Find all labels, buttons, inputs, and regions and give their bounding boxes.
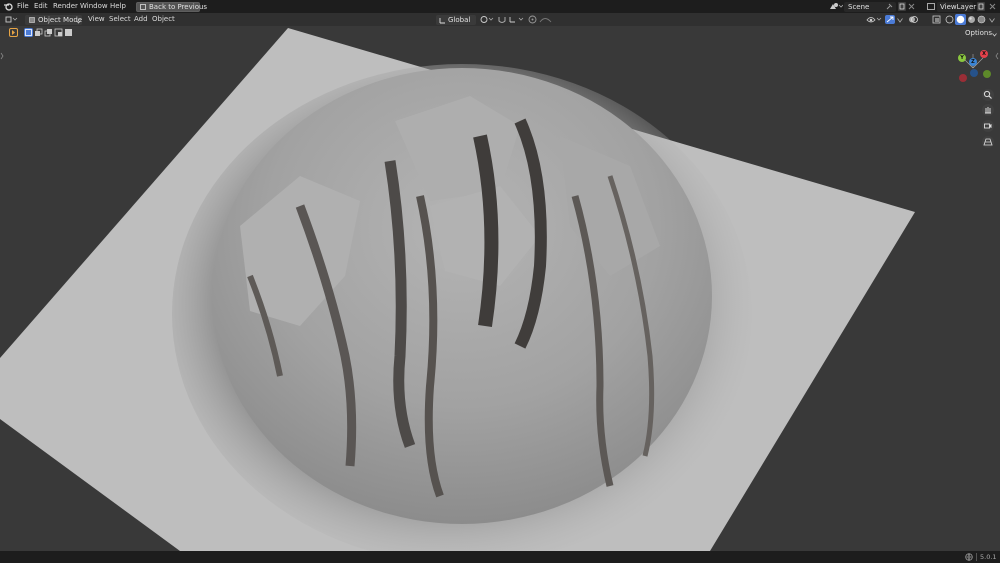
blender-logo-icon[interactable] — [4, 2, 13, 11]
menu-window[interactable]: Window — [80, 0, 108, 13]
gizmo-neg-x-axis[interactable] — [959, 74, 967, 82]
menu-help[interactable]: Help — [110, 0, 126, 13]
navigation-gizmo[interactable]: Y Z X — [953, 50, 995, 86]
gizmo-x-axis[interactable]: X — [980, 50, 988, 58]
orientation-icon — [439, 17, 446, 24]
view-layer-field[interactable]: ViewLayer — [937, 2, 977, 12]
solid-shading-icon[interactable] — [955, 14, 966, 25]
object-mode-icon — [29, 17, 35, 23]
view-layer-icon[interactable] — [927, 3, 935, 10]
back-to-previous-button[interactable]: Back to Previous — [136, 2, 207, 12]
select-subtract-icon[interactable] — [44, 28, 53, 37]
menu-render[interactable]: Render — [53, 0, 78, 13]
menu-select[interactable]: Select — [109, 13, 131, 26]
gizmo-neg-y-axis[interactable] — [983, 70, 991, 78]
back-to-previous-label: Back to Previous — [149, 3, 208, 11]
delete-view-layer-icon[interactable] — [989, 3, 996, 10]
menu-object[interactable]: Object — [152, 13, 175, 26]
wireframe-shading-icon[interactable] — [945, 15, 954, 24]
perspective-toggle-icon[interactable] — [982, 136, 994, 148]
sculpt-mesh — [0, 28, 915, 551]
pin-icon[interactable] — [886, 3, 893, 10]
3d-viewport[interactable]: Options Y Z X — [0, 26, 1000, 551]
zoom-icon[interactable] — [982, 89, 994, 101]
top-bar: File Edit Render Window Help Back to Pre… — [0, 0, 1000, 13]
material-shading-icon[interactable] — [967, 15, 976, 24]
options-label: Options — [965, 29, 993, 37]
scene-icon[interactable] — [829, 2, 844, 11]
menu-add[interactable]: Add — [134, 13, 148, 26]
gizmo-dropdown-icon[interactable] — [897, 17, 903, 23]
options-dropdown[interactable]: Options — [961, 28, 998, 38]
falloff-icon[interactable] — [539, 15, 553, 24]
view-layer-label: ViewLayer — [940, 3, 977, 11]
divider — [976, 553, 977, 561]
menu-edit[interactable]: Edit — [34, 0, 48, 13]
new-scene-icon[interactable] — [898, 2, 906, 11]
version-label: 5.0.1 — [980, 553, 997, 561]
camera-view-icon[interactable] — [982, 120, 994, 132]
chevron-down-icon — [76, 18, 81, 24]
status-bar: 5.0.1 — [0, 551, 1000, 563]
shading-dropdown-icon[interactable] — [989, 17, 995, 23]
select-extend-icon[interactable] — [34, 28, 43, 37]
new-view-layer-icon[interactable] — [977, 2, 985, 11]
gizmo-z-axis[interactable]: Z — [969, 58, 977, 66]
xray-icon[interactable] — [932, 15, 941, 24]
chevron-down-icon — [992, 31, 997, 37]
viewport-header: Object Mode View Select Add Object Globa… — [0, 13, 1000, 26]
rendered-shading-icon[interactable] — [977, 15, 986, 24]
select-invert-icon[interactable] — [54, 28, 63, 37]
toolbar-toggle-icon[interactable] — [0, 52, 4, 60]
visibility-icon[interactable] — [866, 15, 882, 24]
gizmo-toggle-icon[interactable] — [885, 15, 895, 24]
overlays-icon[interactable] — [908, 15, 918, 24]
gizmo-neg-z-axis[interactable] — [970, 69, 978, 77]
transform-orientation-dropdown[interactable]: Global — [436, 15, 476, 25]
transform-orientation-label: Global — [448, 16, 471, 24]
tweak-tool-icon[interactable] — [9, 28, 18, 37]
editor-type-icon[interactable] — [5, 15, 19, 24]
snap-target-icon[interactable] — [509, 15, 525, 24]
mode-dropdown[interactable]: Object Mode — [25, 15, 82, 25]
select-intersect-icon[interactable] — [64, 28, 73, 37]
menu-file[interactable]: File — [17, 0, 29, 13]
delete-scene-icon[interactable] — [908, 3, 915, 10]
snap-icon[interactable] — [497, 15, 507, 24]
pan-hand-icon[interactable] — [982, 104, 994, 116]
menu-view[interactable]: View — [88, 13, 105, 26]
network-globe-icon — [965, 553, 973, 561]
select-new-icon[interactable] — [24, 28, 33, 37]
proportional-editing-icon[interactable] — [528, 15, 537, 24]
gizmo-y-axis[interactable]: Y — [958, 54, 966, 62]
sidebar-toggle-icon[interactable] — [995, 52, 999, 60]
scene-name-label: Scene — [848, 3, 870, 11]
pivot-point-icon[interactable] — [479, 15, 495, 24]
back-arrow-icon — [140, 4, 146, 10]
